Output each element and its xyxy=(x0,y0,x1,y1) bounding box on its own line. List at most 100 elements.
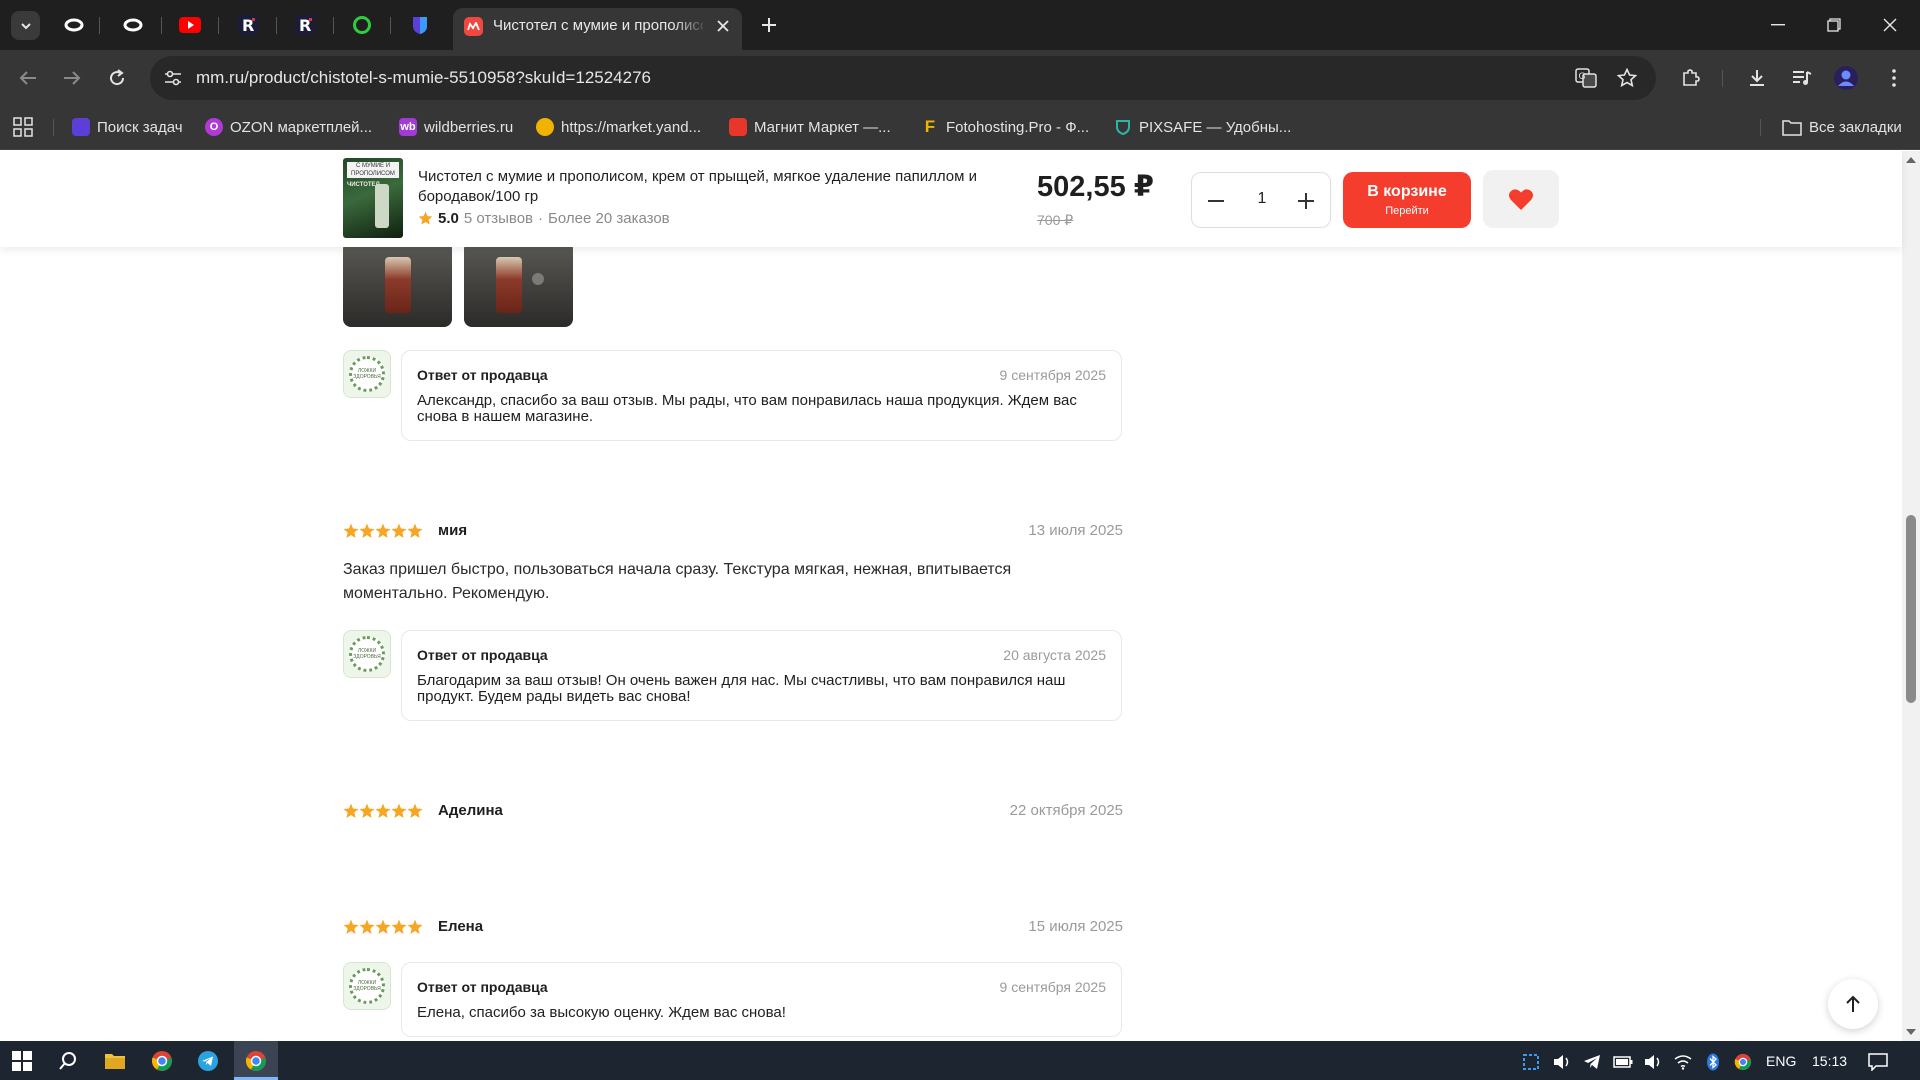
apps-button[interactable] xyxy=(13,116,33,138)
heart-icon xyxy=(1509,188,1533,210)
review-author: мия xyxy=(438,522,468,539)
bookmark-star-button[interactable] xyxy=(1616,67,1638,89)
review-photo[interactable] xyxy=(343,241,452,327)
telegram-tray-icon[interactable] xyxy=(1582,1052,1602,1072)
translate-button[interactable]: G xyxy=(1575,67,1597,89)
bookmark-poisk-zadach[interactable]: Поиск задач xyxy=(72,116,183,138)
product-name[interactable]: Чистотел с мумие и прополисом, крем от п… xyxy=(418,167,1030,207)
scrollbar-thumb[interactable] xyxy=(1906,515,1916,703)
chrome-tray-icon[interactable] xyxy=(1733,1052,1753,1072)
increase-quantity-button[interactable] xyxy=(1292,187,1320,215)
battery-tray-icon[interactable] xyxy=(1613,1052,1633,1072)
product-thumbnail[interactable]: С МУМИЕ И ПРОПОЛИСОМ ЧИСТОТЕЛ xyxy=(343,158,403,238)
clock[interactable]: 15:13 xyxy=(1812,1053,1847,1069)
search-button[interactable] xyxy=(54,1047,82,1075)
taskbar: ENG 15:13 xyxy=(0,1041,1920,1080)
sticky-product-header: С МУМИЕ И ПРОПОЛИСОМ ЧИСТОТЕЛ Чистотел с… xyxy=(0,151,1902,247)
reply-text: Александр, спасибо за ваш отзыв. Мы рады… xyxy=(417,392,1077,425)
bookmark-ozon[interactable]: O OZON маркетплей... xyxy=(205,116,372,138)
snip-icon xyxy=(1523,1054,1539,1070)
folder-icon xyxy=(105,1054,125,1069)
decrease-quantity-button[interactable] xyxy=(1202,187,1230,215)
in-cart-button[interactable]: В корзине Перейти xyxy=(1343,172,1471,228)
menu-button[interactable] xyxy=(1879,63,1909,93)
tab-strip: R R Чистотел с мумие и прополисом, крем … xyxy=(0,0,1920,50)
reply-date: 9 сентября 2025 xyxy=(999,367,1106,383)
bookmark-magnit[interactable]: Магнит Маркет —... xyxy=(729,116,891,138)
cart-button-label: В корзине xyxy=(1367,183,1447,200)
volume-tray-icon[interactable] xyxy=(1643,1052,1663,1072)
page-content: С МУМИЕ И ПРОПОЛИСОМ ЧИСТОТЕЛ Чистотел с… xyxy=(0,151,1920,1041)
bookmark-yandex-market[interactable]: https://market.yand... xyxy=(536,116,701,138)
close-window-button[interactable] xyxy=(1873,10,1907,40)
bookmarks-bar: Поиск задач O OZON маркетплей... wb wild… xyxy=(0,106,1920,150)
pinned-tab-green[interactable] xyxy=(348,12,376,38)
reload-icon xyxy=(110,69,125,86)
tab-separator xyxy=(276,17,277,34)
downloads-button[interactable] xyxy=(1742,63,1772,93)
telegram-button[interactable] xyxy=(194,1047,222,1075)
active-tab[interactable]: Чистотел с мумие и прополисом, крем от п… xyxy=(453,8,742,50)
pinned-tab-2[interactable] xyxy=(119,12,147,38)
scroll-up-arrow[interactable] xyxy=(1905,154,1917,166)
screenshot-tray-icon[interactable] xyxy=(1521,1052,1541,1072)
back-button[interactable] xyxy=(13,63,43,93)
site-info-button[interactable] xyxy=(158,63,188,93)
pinned-tab-r2[interactable]: R xyxy=(291,12,319,38)
fotohosting-icon: F xyxy=(924,117,936,136)
address-bar[interactable]: mm.ru/product/chistotel-s-mumie-5510958?… xyxy=(150,56,1656,100)
tab-search-button[interactable] xyxy=(11,11,40,40)
review-date: 15 июля 2025 xyxy=(1028,918,1123,935)
pinned-tab-youtube[interactable] xyxy=(176,12,204,38)
all-bookmarks-button[interactable]: Все закладки xyxy=(1782,116,1902,138)
bookmark-pixsafe[interactable]: PIXSAFE — Удобны... xyxy=(1114,116,1291,138)
reviews-count[interactable]: 5 отзывов xyxy=(464,210,533,227)
start-button[interactable] xyxy=(8,1047,36,1075)
tab-separator xyxy=(218,17,219,34)
bluetooth-tray-icon[interactable] xyxy=(1703,1052,1723,1072)
scroll-down-arrow[interactable] xyxy=(1905,1026,1917,1038)
magnit-icon xyxy=(464,17,483,36)
r-logo-icon: R xyxy=(238,15,258,35)
youtube-icon xyxy=(179,17,201,33)
page-scrollbar[interactable] xyxy=(1902,151,1920,1041)
star-icon xyxy=(418,211,433,225)
pinned-tab-1[interactable] xyxy=(60,12,88,38)
rating-stars xyxy=(343,803,423,819)
minimize-button[interactable] xyxy=(1761,10,1795,40)
translate-icon: G xyxy=(1575,68,1597,88)
ring-icon xyxy=(123,18,143,32)
chrome-button[interactable] xyxy=(148,1047,176,1075)
audio-tray-icon[interactable] xyxy=(1552,1052,1572,1072)
windows-icon xyxy=(12,1051,32,1071)
review-date: 22 октября 2025 xyxy=(1009,802,1123,819)
bookmark-label: PIXSAFE — Удобны... xyxy=(1139,118,1292,136)
media-control-button[interactable] xyxy=(1787,63,1817,93)
forward-button[interactable] xyxy=(57,63,87,93)
five-stars-icon xyxy=(343,919,423,934)
bookmark-wildberries[interactable]: wb wildberries.ru xyxy=(399,116,513,138)
chrome-active-button[interactable] xyxy=(242,1047,270,1075)
review-photo[interactable] xyxy=(464,241,573,327)
pinned-tab-r1[interactable]: R xyxy=(234,12,262,38)
language-indicator[interactable]: ENG xyxy=(1766,1053,1796,1069)
favorite-button[interactable] xyxy=(1483,170,1559,228)
wifi-tray-icon[interactable] xyxy=(1673,1052,1693,1072)
profile-button[interactable] xyxy=(1831,63,1861,93)
extensions-button[interactable] xyxy=(1676,63,1706,93)
close-tab-button[interactable] xyxy=(711,14,735,38)
bookmark-fotohosting[interactable]: F Fotohosting.Pro - Ф... xyxy=(921,116,1089,138)
new-tab-button[interactable] xyxy=(756,12,782,38)
five-stars-icon xyxy=(343,803,423,818)
quantity-value[interactable]: 1 xyxy=(1232,190,1292,208)
file-explorer-button[interactable] xyxy=(101,1047,129,1075)
purple-shield-icon xyxy=(413,17,427,34)
minus-icon xyxy=(1208,200,1224,202)
bookmark-label: https://market.yand... xyxy=(561,118,702,136)
reload-button[interactable] xyxy=(102,63,132,93)
triangle-down-icon xyxy=(1906,1029,1916,1035)
scroll-to-top-button[interactable] xyxy=(1828,979,1878,1029)
restore-button[interactable] xyxy=(1817,10,1851,40)
notifications-button[interactable] xyxy=(1868,1052,1888,1072)
pinned-tab-shield[interactable] xyxy=(406,12,434,38)
